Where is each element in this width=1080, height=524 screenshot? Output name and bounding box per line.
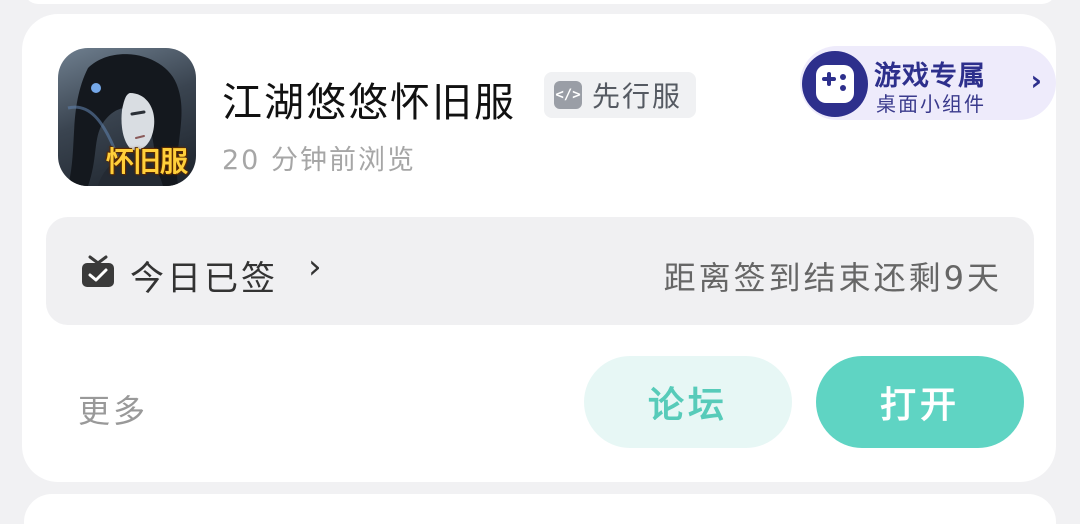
gamepad-icon	[802, 51, 868, 117]
signed-status-label[interactable]: 今日已签	[130, 251, 278, 300]
gift-check-icon	[82, 255, 114, 287]
code-icon: </>	[554, 81, 582, 109]
server-tag-label: 先行服	[592, 80, 683, 113]
desktop-widget-button[interactable]: 游戏专属 桌面小组件 ›	[800, 46, 1056, 120]
app-title[interactable]: 江湖悠悠怀旧服	[222, 70, 516, 128]
app-icon[interactable]: 怀旧服	[58, 48, 196, 186]
chevron-right-icon: ›	[1030, 64, 1042, 97]
previous-card-edge	[24, 0, 1056, 4]
more-link[interactable]: 更多	[78, 386, 148, 432]
last-viewed-text: 20 分钟前浏览	[222, 145, 416, 176]
server-tag: </> 先行服	[544, 72, 697, 118]
open-button[interactable]: 打开	[816, 356, 1024, 448]
game-card: 怀旧服 江湖悠悠怀旧服 </> 先行服 20 分钟前浏览 游戏专属 桌面小组件 …	[22, 14, 1056, 482]
icon-badge-text: 怀旧服	[106, 145, 188, 178]
forum-button[interactable]: 论坛	[584, 356, 792, 448]
signin-countdown-text: 距离签到结束还剩9天	[663, 259, 1002, 297]
signin-bar[interactable]: 今日已签 › 距离签到结束还剩9天	[46, 217, 1034, 325]
widget-subtitle: 桌面小组件	[876, 92, 986, 116]
next-card-edge	[24, 494, 1056, 524]
chevron-right-icon: ›	[308, 247, 322, 287]
